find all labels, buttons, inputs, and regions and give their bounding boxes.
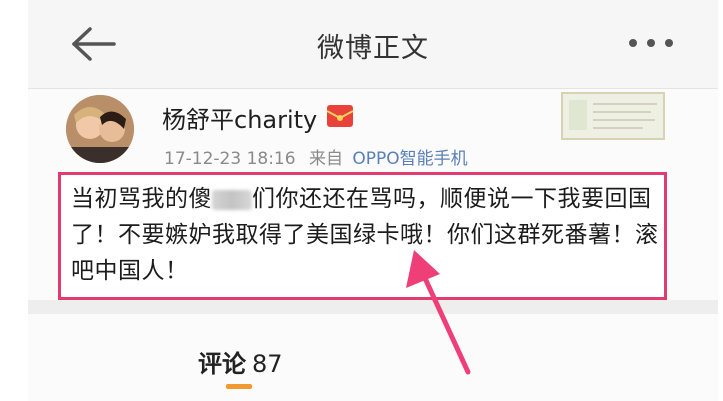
author-name[interactable]: 杨舒平charity xyxy=(162,100,317,135)
red-envelope-vip-icon[interactable] xyxy=(326,104,354,128)
redaction-blur xyxy=(212,189,252,210)
source-device-link[interactable]: OPPO智能手机 xyxy=(352,149,467,169)
top-bar: 微博正文 xyxy=(28,0,718,89)
post-text-part1: 当初骂我的傻 xyxy=(71,186,212,212)
card-thumbnail[interactable] xyxy=(561,92,665,140)
avatar[interactable] xyxy=(66,95,134,163)
comments-count: 87 xyxy=(252,350,283,378)
avatar-photo xyxy=(66,95,134,163)
post-text[interactable]: 当初骂我的傻 们你还还在骂吗，顺便说一下我要回国了！不要嫉妒我取得了美国绿卡哦！你… xyxy=(71,181,659,289)
post-content-highlight: 当初骂我的傻 们你还还在骂吗，顺便说一下我要回国了！不要嫉妒我取得了美国绿卡哦！你… xyxy=(58,172,667,300)
section-divider xyxy=(28,300,718,314)
active-tab-indicator xyxy=(226,384,252,389)
post-timestamp: 17-12-23 18:16 xyxy=(164,149,296,169)
page-title: 微博正文 xyxy=(317,33,429,64)
more-dots-icon[interactable] xyxy=(626,36,676,50)
comments-label: 评论 xyxy=(198,350,246,378)
thumbnail-image xyxy=(563,94,663,138)
post-meta: 17-12-23 18:16 来自 OPPO智能手机 xyxy=(164,144,468,169)
tab-comments[interactable]: 评论 87 xyxy=(198,344,283,379)
source-label: 来自 xyxy=(308,149,343,169)
